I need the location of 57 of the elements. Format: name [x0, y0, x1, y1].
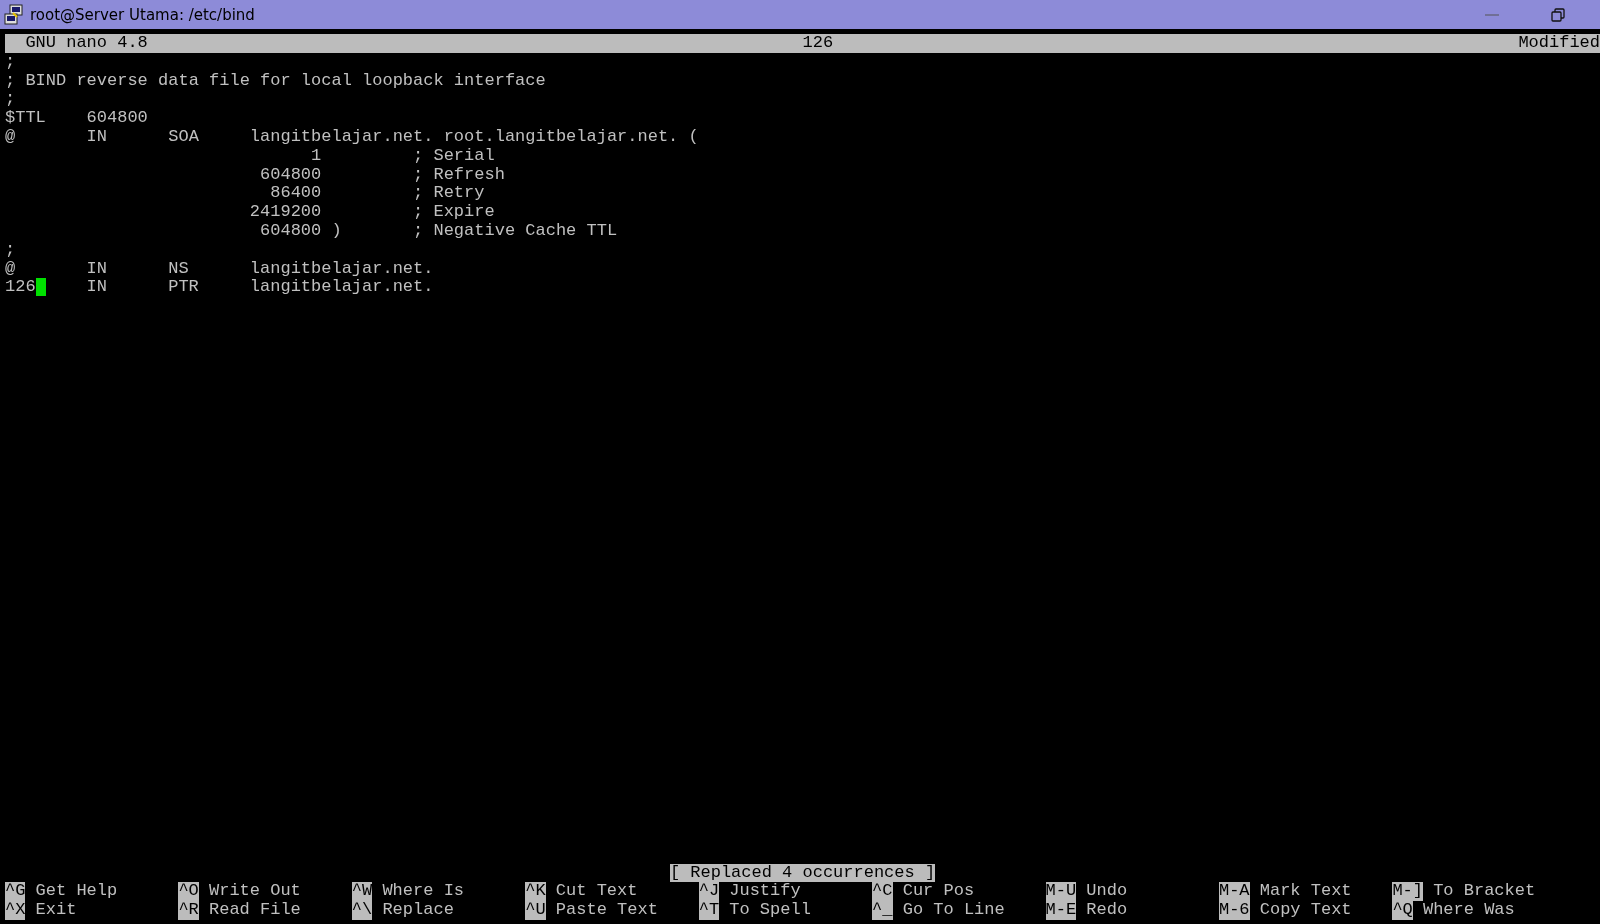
code-line: @ IN SOA langitbelajar.net. root.langitbelajar.net. ( — [5, 127, 699, 146]
shortcut-label: To Spell — [729, 901, 811, 920]
shortcut-key: M-6 — [1218, 901, 1250, 920]
shortcut-label: Cut Text — [555, 882, 638, 902]
code-line: @ IN NS langitbelajar.net. — [5, 258, 434, 278]
shortcut-label: Redo — [1086, 901, 1128, 920]
status-message: [ Replaced 4 occurrences ] — [669, 863, 936, 883]
shortcut-key: ^K — [525, 882, 546, 902]
shortcut-label: Read File — [209, 901, 301, 920]
shortcut-label: Justify — [729, 882, 801, 902]
shortcut-label: Get Help — [35, 882, 118, 902]
shortcut-key: M-U — [1045, 882, 1077, 902]
shortcut-key: ^R — [178, 901, 199, 920]
shortcut-label: Write Out — [209, 882, 301, 902]
shortcut-label: Mark Text — [1259, 882, 1352, 902]
code-line: 2419200 ; Expire — [248, 202, 495, 222]
shortcut-label: To Bracket — [1433, 882, 1536, 902]
shortcut-key: ^\ — [351, 901, 373, 920]
shortcut-key: ^U — [525, 901, 546, 920]
shortcut-label: Go To Line — [902, 901, 1005, 920]
shortcut-label: Exit — [35, 901, 77, 920]
shortcut-label: Copy Text — [1259, 901, 1352, 920]
terminal-icon — [4, 3, 24, 26]
code-line: 86400 ; Retry — [269, 183, 485, 203]
shortcut-key: ^T — [698, 901, 720, 920]
shortcut-key: ^G — [5, 882, 26, 902]
code-line: ; BIND reverse data file for local loopback interface — [5, 70, 546, 90]
code-line: 604800 ; Refresh — [259, 164, 505, 184]
shortcut-label: Cur Pos — [902, 882, 975, 902]
modified-indicator: Modified — [1518, 34, 1600, 53]
shortcut-key: ^O — [178, 882, 199, 902]
app-version: GNU nano 4.8 — [24, 34, 149, 53]
shortcut-key: ^J — [698, 882, 720, 902]
shortcut-key: ^Q — [1392, 901, 1413, 920]
code-line: 126 — [5, 277, 36, 297]
file-name: 126 — [802, 34, 835, 53]
shortcut-key: M-] — [1392, 882, 1423, 902]
code-line: 604800 ) ; Negative Cache TTL — [259, 220, 618, 240]
shortcut-key: ^W — [351, 882, 373, 902]
shortcut-key: ^_ — [872, 901, 893, 920]
shortcut-label: Paste Text — [555, 901, 658, 920]
shortcut-label: Replace — [382, 901, 454, 920]
code-line: IN PTR langitbelajar.net. — [85, 277, 434, 297]
code-line: ; — [5, 239, 16, 259]
shortcut-key: ^C — [872, 882, 893, 902]
shortcut-key: M-A — [1218, 882, 1250, 902]
window-title: root@Server Utama: /etc/bind — [30, 5, 255, 24]
code-line: 1 ; Serial — [310, 145, 495, 165]
restore-icon[interactable] — [1551, 7, 1565, 22]
shortcut-label: Where Is — [382, 882, 465, 902]
code-line: ; — [5, 51, 16, 71]
code-line: $TTL 604800 — [5, 108, 148, 128]
shortcut-key: M-E — [1045, 901, 1077, 920]
shortcut-label: Undo — [1086, 882, 1128, 902]
shortcut-label: Where Was — [1422, 901, 1515, 920]
shortcut-key: ^X — [5, 901, 26, 920]
code-line: ; — [5, 89, 16, 109]
